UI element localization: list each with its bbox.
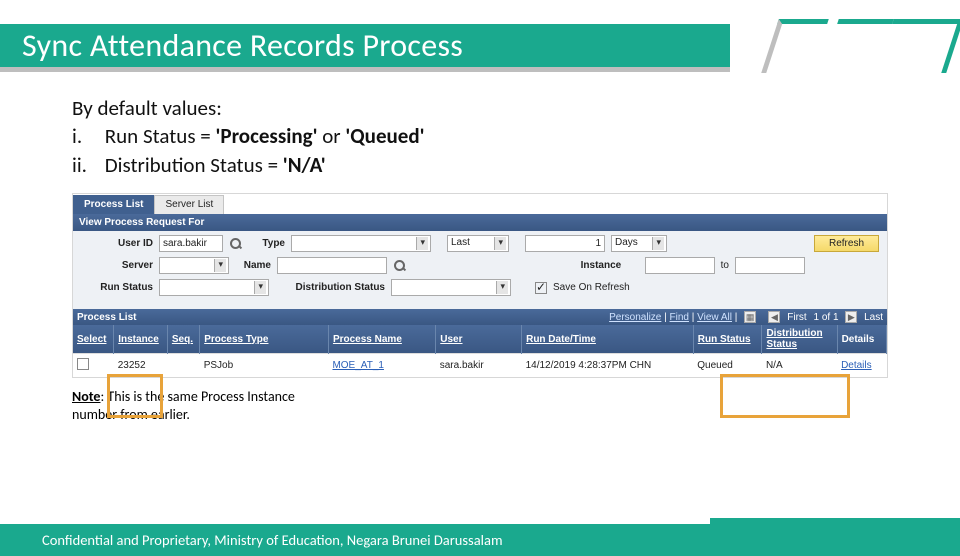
slide-title-bar: Sync Attendance Records Process [0, 24, 730, 72]
screenshot-panel: Process List Server List View Process Re… [72, 193, 888, 378]
label-user-id: User ID [81, 238, 153, 249]
process-list-title: Process List [77, 312, 136, 323]
item-2: ii. Distribution Status = 'N/A' [72, 151, 960, 179]
col-process-type[interactable]: Process Type [204, 334, 268, 345]
lookup-icon[interactable] [229, 237, 243, 251]
link-find[interactable]: Find [670, 312, 689, 323]
link-personalize[interactable]: Personalize [609, 312, 661, 323]
item-1: i. Run Status = 'Processing' or 'Queued' [72, 122, 960, 150]
last-kind-value: Last [451, 237, 470, 248]
prev-page-icon[interactable]: ◀ [768, 311, 780, 323]
cell-details-link[interactable]: Details [837, 354, 886, 378]
input-instance-from[interactable] [645, 257, 715, 274]
pager-text: 1 of 1 [814, 312, 839, 323]
cell-process-name[interactable]: MOE_AT_1 [328, 354, 435, 378]
intro-line: By default values: [72, 94, 960, 122]
label-to: to [721, 260, 729, 271]
checkbox-save-on-refresh[interactable] [535, 282, 547, 294]
cell-user: sara.bakir [436, 354, 522, 378]
input-last-value[interactable]: 1 [525, 235, 605, 252]
label-save-on-refresh: Save On Refresh [553, 282, 630, 293]
col-instance[interactable]: Instance [118, 334, 159, 345]
col-seq[interactable]: Seq. [172, 334, 193, 345]
filter-form: User ID sara.bakir Type Last 1 Days Refr… [73, 231, 887, 309]
process-list-table: Select Instance Seq. Process Type Proces… [73, 325, 887, 377]
lookup-icon[interactable] [393, 259, 407, 273]
select-dist-status[interactable] [391, 279, 511, 296]
select-type[interactable] [291, 235, 431, 252]
link-view-all[interactable]: View All [697, 312, 732, 323]
cell-run-status: Queued [693, 354, 762, 378]
table-row: 23252 PSJob MOE_AT_1 sara.bakir 14/12/20… [73, 354, 887, 378]
col-select[interactable]: Select [77, 334, 106, 345]
col-user[interactable]: User [440, 334, 462, 345]
tab-server-list[interactable]: Server List [154, 195, 224, 214]
body-text: By default values: i. Run Status = 'Proc… [72, 94, 960, 179]
col-run-date-time[interactable]: Run Date/Time [526, 334, 596, 345]
section-view-process-request: View Process Request For [73, 214, 887, 231]
cell-dist-status: N/A [762, 354, 837, 378]
grid-download-icon[interactable]: ▦ [744, 311, 756, 323]
refresh-button[interactable]: Refresh [814, 235, 879, 252]
col-dist-status[interactable]: Distribution Status [766, 328, 822, 350]
tab-process-list[interactable]: Process List [73, 195, 154, 214]
tab-strip: Process List Server List [73, 194, 887, 214]
cell-run-date-time: 14/12/2019 4:28:37PM CHN [522, 354, 694, 378]
pager-last: Last [864, 312, 883, 323]
note-text: Note: This is the same Process Instance … [72, 388, 332, 423]
highlight-status-columns [720, 374, 850, 418]
col-process-name[interactable]: Process Name [333, 334, 402, 345]
process-list-bar: Process List Personalize | Find | View A… [73, 309, 887, 325]
process-list-links: Personalize | Find | View All | ▦ ◀ Firs… [609, 311, 883, 323]
last-unit-value: Days [615, 237, 638, 248]
input-instance-to[interactable] [735, 257, 805, 274]
input-name[interactable] [277, 257, 387, 274]
title-corner-decor [725, 16, 960, 78]
cell-seq [167, 354, 199, 378]
slide-title: Sync Attendance Records Process [22, 26, 463, 65]
input-user-id[interactable]: sara.bakir [159, 235, 223, 252]
cell-instance: 23252 [114, 354, 168, 378]
select-run-status[interactable] [159, 279, 269, 296]
label-run-status: Run Status [81, 282, 153, 293]
label-server: Server [81, 260, 153, 271]
select-server[interactable] [159, 257, 229, 274]
col-run-status[interactable]: Run Status [698, 334, 751, 345]
next-page-icon[interactable]: ▶ [845, 311, 857, 323]
pager-first: First [787, 312, 806, 323]
label-dist-status: Distribution Status [275, 282, 385, 293]
label-name: Name [235, 260, 271, 271]
label-instance: Instance [581, 260, 639, 271]
row-select-checkbox[interactable] [77, 358, 89, 370]
cell-process-type: PSJob [200, 354, 329, 378]
select-last-kind[interactable]: Last [447, 235, 509, 252]
col-details: Details [842, 334, 875, 345]
slide-footer: Confidential and Proprietary, Ministry o… [0, 524, 960, 556]
label-type: Type [249, 238, 285, 249]
select-last-unit[interactable]: Days [611, 235, 667, 252]
